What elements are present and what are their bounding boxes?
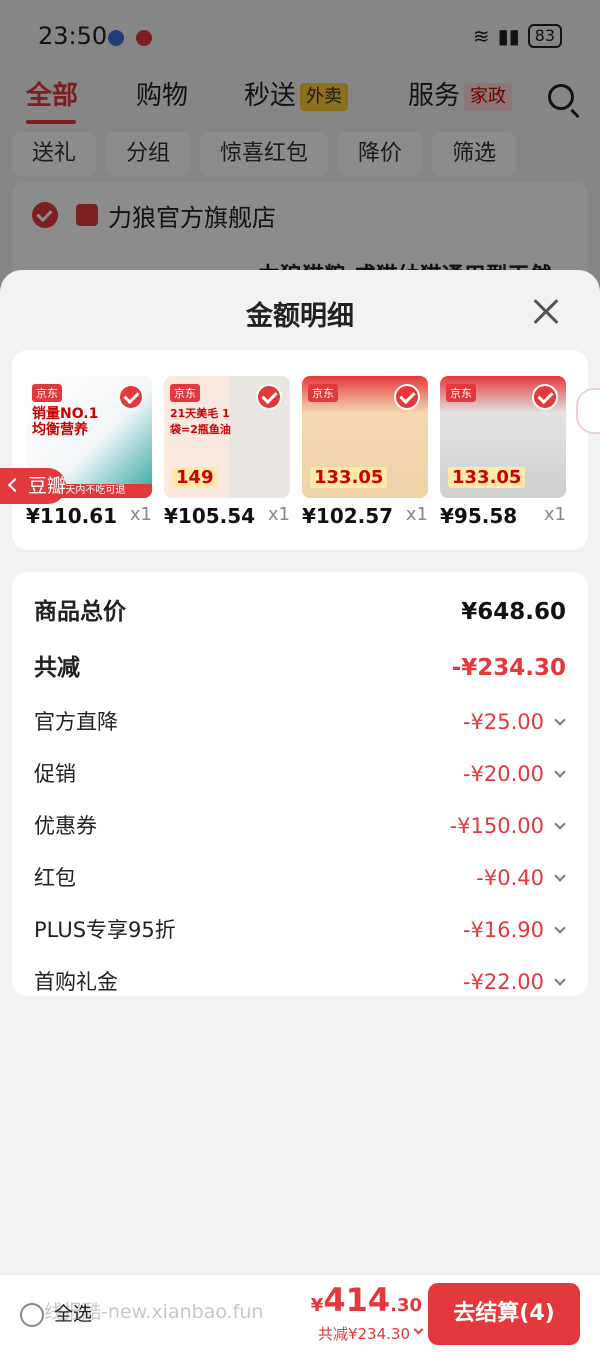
detail-label: 红包 [34,866,76,890]
detail-row-promotion[interactable]: 促销 -¥20.00 [34,756,566,792]
checkout-bar: 线报酷-new.xianbao.fun 全选 ¥414.30 共减¥234.30… [0,1274,600,1354]
detail-label: PLUS专享95折 [34,918,176,942]
select-all-radio[interactable] [20,1303,44,1327]
items-card: 京东 销量NO.1 均衡营养 30天内不吃可退 ¥110.61 x1 京东 21… [12,350,588,550]
item-thumbnail: 京东 133.05 [440,376,566,498]
chevron-down-icon[interactable] [554,870,566,882]
item-qty: x1 [405,504,428,525]
detail-value: -¥234.30 [451,655,566,681]
side-chat-bubble[interactable] [576,388,600,434]
currency-symbol: ¥ [310,1295,324,1316]
item-qty: x1 [267,504,290,525]
thumb-brand-label: 京东 [170,384,200,402]
thumb-price: 133.05 [310,467,388,488]
saved-amount[interactable]: 共减¥234.30 [318,1323,410,1344]
detail-value: ¥648.60 [461,599,566,625]
detail-row-official-drop[interactable]: 官方直降 -¥25.00 [34,704,566,740]
item-card[interactable]: 京东 133.05 ¥102.57 x1 [302,376,428,528]
item-price: ¥95.58 [440,504,518,528]
thumb-promo-text: 销量NO.1 均衡营养 [32,406,99,438]
chevron-down-icon[interactable] [554,922,566,934]
thumb-promo-text: 21天美毛 1袋=2瓶鱼油 [170,407,231,436]
total-decimal: .30 [390,1295,422,1316]
douban-label: 豆瓣 [28,475,67,497]
detail-row-coupon[interactable]: 优惠券 -¥150.00 [34,808,566,844]
total-integer: 414 [323,1281,391,1319]
detail-value: -¥16.90 [462,918,544,942]
item-thumbnail: 京东 21天美毛 1袋=2瓶鱼油 149 [164,376,290,498]
detail-label: 首购礼金 [34,970,118,994]
detail-row-red-packet[interactable]: 红包 -¥0.40 [34,860,566,896]
item-card[interactable]: 京东 21天美毛 1袋=2瓶鱼油 149 ¥105.54 x1 [164,376,290,528]
detail-label: 促销 [34,762,76,786]
checkout-button[interactable]: 去结算(4) [428,1283,580,1345]
chevron-down-icon[interactable] [554,974,566,986]
detail-label: 优惠券 [34,814,97,838]
close-icon[interactable] [532,298,560,326]
item-qty: x1 [543,504,566,525]
chevron-down-icon[interactable] [554,714,566,726]
detail-row-first-purchase[interactable]: 首购礼金 -¥22.00 [34,964,566,1000]
item-check-icon[interactable] [256,384,282,410]
thumb-price: 149 [172,467,218,488]
chevron-down-icon[interactable] [413,1324,424,1335]
detail-value: -¥25.00 [462,710,544,734]
detail-value: -¥0.40 [476,866,544,890]
item-check-icon[interactable] [532,384,558,410]
item-price: ¥105.54 [164,504,256,528]
chevron-down-icon[interactable] [554,818,566,830]
amount-detail-card: 商品总价 ¥648.60 共减 -¥234.30 官方直降 -¥25.00 促销… [12,572,588,996]
item-qty: x1 [129,504,152,525]
thumb-brand-label: 京东 [32,384,62,402]
thumb-brand-label: 京东 [446,384,476,402]
amount-detail-sheet: 金额明细 京东 销量NO.1 均衡营养 30天内不吃可退 ¥110.61 x1 … [0,270,600,1274]
item-check-icon[interactable] [394,384,420,410]
item-thumbnail: 京东 133.05 [302,376,428,498]
douban-floating-button[interactable]: 豆瓣 [0,468,66,504]
detail-row-total-discount: 共减 -¥234.30 [34,650,566,686]
select-all-label[interactable]: 全选 [54,1299,92,1326]
detail-value: -¥22.00 [462,970,544,994]
sheet-title: 金额明细 [246,301,354,332]
detail-label: 共减 [34,655,80,681]
item-check-icon[interactable] [118,384,144,410]
item-price: ¥102.57 [302,504,394,528]
dim-overlay[interactable] [0,0,600,300]
thumb-brand-label: 京东 [308,384,338,402]
total-price: ¥414.30 [311,1281,422,1319]
detail-row-plus-discount[interactable]: PLUS专享95折 -¥16.90 [34,912,566,948]
chevron-down-icon[interactable] [554,766,566,778]
detail-value: -¥20.00 [462,762,544,786]
detail-row-subtotal: 商品总价 ¥648.60 [34,594,566,630]
chevron-left-icon [7,477,23,493]
detail-label: 商品总价 [34,599,126,625]
detail-label: 官方直降 [34,710,118,734]
item-price: ¥110.61 [26,504,118,528]
detail-value: -¥150.00 [449,814,544,838]
item-card[interactable]: 京东 133.05 ¥95.58 x1 [440,376,566,528]
thumb-price: 133.05 [448,467,526,488]
